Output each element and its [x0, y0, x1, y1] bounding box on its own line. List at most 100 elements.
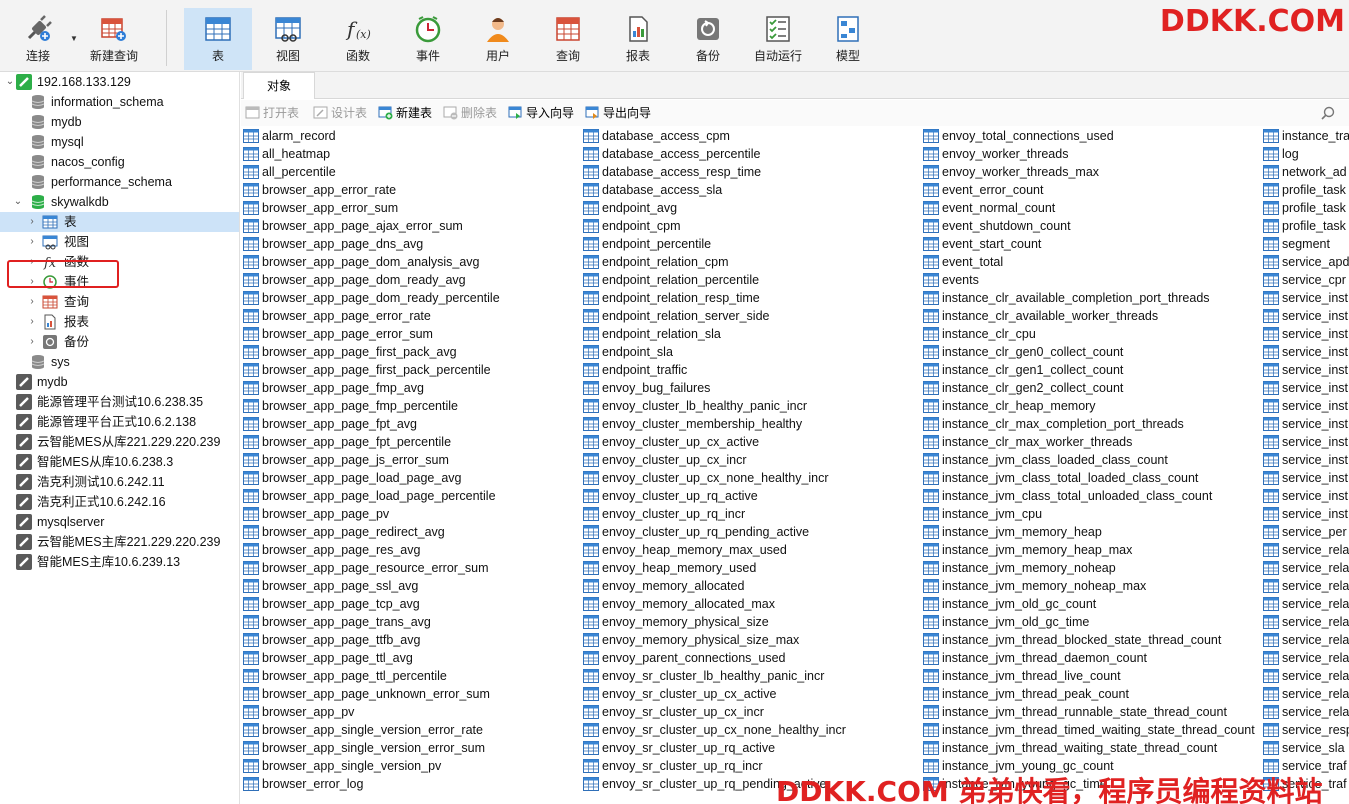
- db-label: nacos_config: [51, 155, 125, 169]
- tree-connection[interactable]: 云智能MES主库221.229.220.239: [0, 532, 239, 552]
- table-icon: [1263, 561, 1279, 575]
- model-button[interactable]: 模型: [816, 8, 880, 70]
- table-icon: [243, 741, 259, 755]
- tree-connection[interactable]: 云智能MES从库221.229.220.239: [0, 432, 239, 452]
- tree-connection[interactable]: 智能MES从库10.6.238.3: [0, 452, 239, 472]
- view-button[interactable]: 视图: [256, 8, 320, 70]
- tree-db[interactable]: mysql: [0, 132, 239, 152]
- table-name: browser_app_page_ttl_percentile: [262, 669, 447, 683]
- table-name: envoy_sr_cluster_up_cx_none_healthy_incr: [602, 723, 846, 737]
- table-icon: [243, 669, 259, 683]
- table-name: instance_clr_gen2_collect_count: [942, 381, 1124, 395]
- open-table-button[interactable]: 打开表: [245, 104, 299, 122]
- tree-db[interactable]: information_schema: [0, 92, 239, 112]
- query-button[interactable]: 查询: [536, 8, 600, 70]
- user-button[interactable]: 用户: [466, 8, 530, 70]
- connect-button[interactable]: 连接: [6, 8, 70, 70]
- table-name: profile_task: [1282, 183, 1346, 197]
- delete-table-icon: [443, 106, 458, 120]
- tree-item-views[interactable]: › 视图: [0, 232, 239, 252]
- tree-connection[interactable]: 智能MES主库10.6.239.13: [0, 552, 239, 572]
- chevron-right-icon[interactable]: ›: [26, 292, 38, 312]
- chevron-right-icon[interactable]: ›: [26, 332, 38, 352]
- table-name: browser_app_page_dns_avg: [262, 237, 424, 251]
- export-wizard-button[interactable]: 导出向导: [585, 104, 651, 122]
- table-name: instance_jvm_memory_heap: [942, 525, 1102, 539]
- search-icon[interactable]: [1321, 106, 1335, 120]
- table-name: service_resp: [1282, 723, 1349, 737]
- chevron-right-icon[interactable]: ›: [26, 232, 38, 252]
- event-label: 事件: [415, 49, 440, 63]
- chevron-right-icon[interactable]: ›: [26, 312, 38, 332]
- table-name: instance_clr_max_completion_port_threads: [942, 417, 1184, 431]
- report-button[interactable]: 报表: [606, 8, 670, 70]
- tree-item-tables[interactable]: › 表: [0, 212, 239, 232]
- tree-connection[interactable]: mysqlserver: [0, 512, 239, 532]
- table-name: browser_app_page_dom_analysis_avg: [262, 255, 480, 269]
- chevron-right-icon[interactable]: ›: [26, 212, 38, 232]
- tree-db[interactable]: nacos_config: [0, 152, 239, 172]
- tree-item-queries[interactable]: › 查询: [0, 292, 239, 312]
- connection-label: 能源管理平台正式10.6.2.138: [37, 415, 197, 429]
- table-icon: [243, 327, 259, 341]
- tree-connection[interactable]: 浩克利测试10.6.242.11: [0, 472, 239, 492]
- table-icon: [1263, 507, 1279, 521]
- table-name: alarm_record: [262, 129, 336, 143]
- report-label: 报表: [625, 49, 650, 63]
- table-icon: [1263, 525, 1279, 539]
- table-name: service_rela: [1282, 579, 1349, 593]
- table-name: all_heatmap: [262, 147, 331, 161]
- connection-label: mysqlserver: [37, 515, 105, 529]
- table-icon: [583, 597, 599, 611]
- auto-run-button[interactable]: 自动运行: [746, 8, 810, 70]
- tree-connection[interactable]: 浩克利正式10.6.242.16: [0, 492, 239, 512]
- connection-label: 192.168.133.129: [37, 75, 131, 89]
- table-name: service_inst: [1282, 471, 1348, 485]
- table-icon: [243, 651, 259, 665]
- table-name: service_inst: [1282, 309, 1348, 323]
- chevron-down-icon[interactable]: ⌄: [12, 192, 24, 212]
- tree-item-backups[interactable]: › 备份: [0, 332, 239, 352]
- table-icon: [243, 633, 259, 647]
- table-name: envoy_sr_cluster_lb_healthy_panic_incr: [602, 669, 825, 683]
- import-wizard-button[interactable]: 导入向导: [508, 104, 574, 122]
- db-label: skywalkdb: [51, 195, 109, 209]
- tree-db-skywalkdb[interactable]: ⌄ skywalkdb: [0, 192, 239, 212]
- tree-db[interactable]: performance_schema: [0, 172, 239, 192]
- tree-connection[interactable]: mydb: [0, 372, 239, 392]
- backup-button[interactable]: 备份: [676, 8, 740, 70]
- tree-item-reports[interactable]: › 报表: [0, 312, 239, 332]
- table-icon: [1263, 309, 1279, 323]
- table-icon: [583, 543, 599, 557]
- table-icon: [583, 309, 599, 323]
- tree-connection[interactable]: 能源管理平台正式10.6.2.138: [0, 412, 239, 432]
- table-icon: [923, 723, 939, 737]
- new-query-button[interactable]: 新建查询: [82, 8, 146, 70]
- table-icon: [1263, 579, 1279, 593]
- tab-objects[interactable]: 对象: [243, 72, 315, 99]
- tree-connection[interactable]: 能源管理平台测试10.6.238.35: [0, 392, 239, 412]
- event-button[interactable]: 事件: [396, 8, 460, 70]
- delete-table-button[interactable]: 删除表: [443, 104, 497, 122]
- tree-db[interactable]: mydb: [0, 112, 239, 132]
- chevron-down-icon[interactable]: ▼: [70, 34, 78, 43]
- database-icon: [31, 175, 45, 189]
- table-icon: [243, 381, 259, 395]
- new-table-button[interactable]: 新建表: [378, 104, 432, 122]
- table-icon: [1263, 345, 1279, 359]
- function-button[interactable]: f (x) 函数: [326, 8, 390, 70]
- chevron-down-icon[interactable]: ⌄: [4, 72, 16, 92]
- navicat-window: 连接 ▼ 新建查询 表 视图 f (x) 函数 事件 用户 查询 报表 备份 自…: [0, 0, 1349, 804]
- table-icon: [923, 489, 939, 503]
- table-icon: [923, 597, 939, 611]
- tree-db-sys[interactable]: sys: [0, 352, 239, 372]
- connect-label: 连接: [25, 49, 50, 63]
- connection-icon: [16, 394, 32, 410]
- table-button[interactable]: 表: [184, 8, 252, 70]
- tree-connection-192-168-133-129[interactable]: ⌄ 192.168.133.129: [0, 72, 239, 92]
- table-name: browser_app_page_ttl_avg: [262, 651, 413, 665]
- table-icon: [1263, 651, 1279, 665]
- db-label: information_schema: [51, 95, 164, 109]
- database-icon: [31, 355, 45, 369]
- design-table-button[interactable]: 设计表: [313, 104, 367, 122]
